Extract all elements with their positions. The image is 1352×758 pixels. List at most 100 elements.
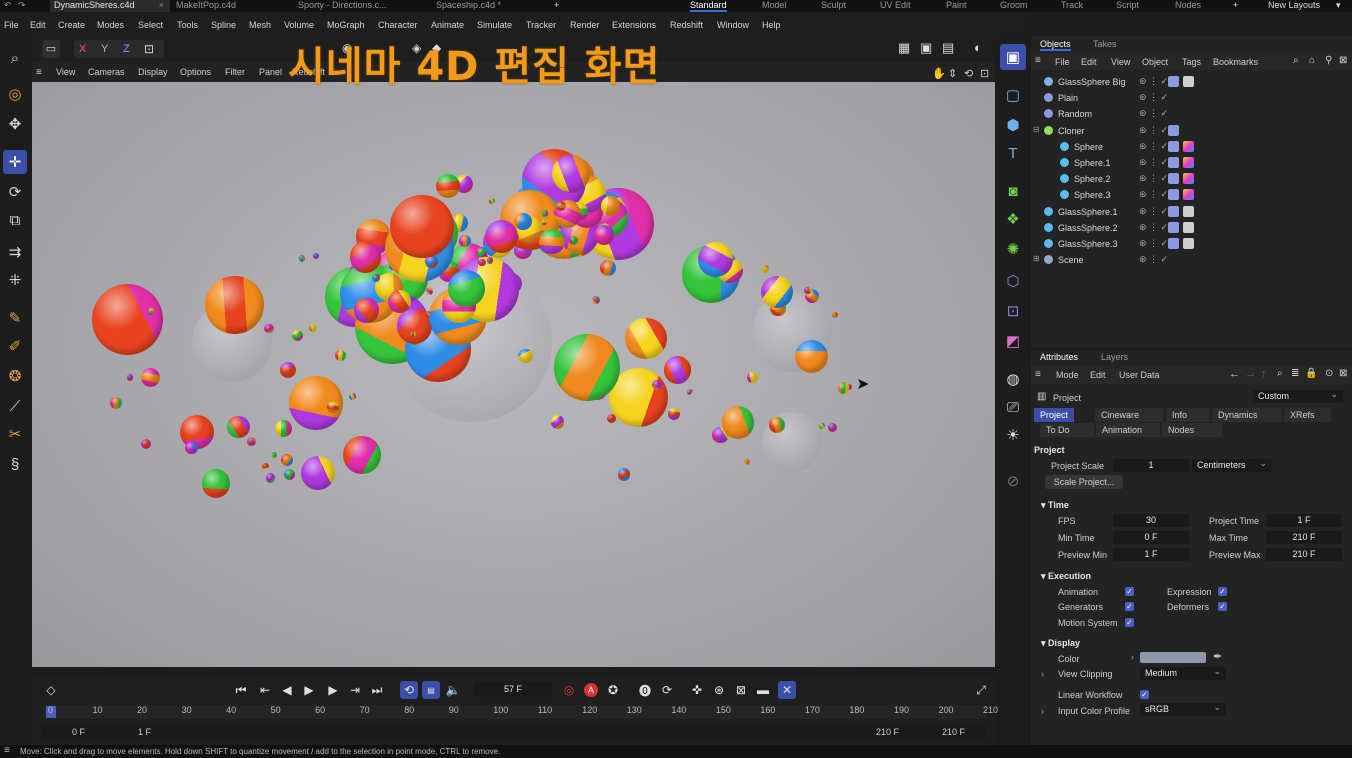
filter-icon[interactable]: ≣ <box>1291 368 1299 379</box>
field-icon[interactable]: ⊡ <box>1000 298 1026 324</box>
brush-icon[interactable]: ⟋ <box>3 394 27 418</box>
menu-edit[interactable]: Edit <box>30 20 46 30</box>
search-icon[interactable]: ⌕ <box>1293 55 1299 66</box>
objects-menu-file[interactable]: File <box>1055 57 1070 67</box>
object-tag-icon[interactable] <box>1183 157 1194 168</box>
color-expand-icon[interactable]: › <box>1131 652 1134 662</box>
menu-modes[interactable]: Modes <box>97 20 124 30</box>
sculpt-icon[interactable]: § <box>3 452 27 476</box>
preview-max-field[interactable]: 210 F <box>1266 548 1342 561</box>
play-icon[interactable]: ▶ <box>300 681 318 699</box>
snap-icon[interactable]: ⁜ <box>3 268 27 292</box>
key-toggle-icon[interactable]: ▬ <box>754 681 772 699</box>
cube-primitive-icon[interactable]: ▣ <box>1000 44 1026 70</box>
home-icon[interactable]: ⌂ <box>1309 55 1315 66</box>
character-icon[interactable]: ◩ <box>1000 328 1026 354</box>
effector-icon[interactable]: ✺ <box>1000 236 1026 262</box>
menu-mesh[interactable]: Mesh <box>249 20 271 30</box>
object-row[interactable]: GlassSphere.2 ⊛ ⋮ ✓ <box>1031 220 1352 236</box>
layout-menu-icon[interactable]: ▾ <box>1336 0 1341 12</box>
camera-icon[interactable]: ⎚ <box>1000 394 1026 420</box>
object-tag-icon[interactable] <box>1183 238 1194 249</box>
menu-character[interactable]: Character <box>378 20 418 30</box>
object-tag-icon[interactable] <box>1168 76 1179 87</box>
search-icon[interactable]: ⌕ <box>1277 368 1283 379</box>
next-key-icon[interactable]: ⇥ <box>346 681 364 699</box>
visibility-icon[interactable]: ⊛ ⋮ ✓ <box>1139 238 1168 249</box>
pin-icon[interactable]: ⊠ <box>1339 55 1347 66</box>
coordinate-system-icon[interactable]: ⊡ <box>144 42 154 56</box>
object-row[interactable]: ⊟ Cloner ⊛ ⋮ ✓ <box>1031 123 1352 139</box>
project-time-field[interactable]: 1 F <box>1266 514 1342 527</box>
file-tab-makeitpop[interactable]: MakeItPop.c4d <box>172 0 290 12</box>
new-panel-icon[interactable]: ⊙ <box>1325 368 1333 379</box>
spline-primitive-icon[interactable]: ▢ <box>1000 82 1026 108</box>
viewport-menu-options[interactable]: Options <box>180 67 211 77</box>
filter-icon[interactable]: ⚲ <box>1325 55 1332 66</box>
object-row[interactable]: Sphere ⊛ ⋮ ✓ <box>1031 139 1352 155</box>
preset-dropdown[interactable]: Custom <box>1253 388 1343 403</box>
goto-end-icon[interactable]: ⏭ <box>368 681 386 699</box>
section-time-toggle[interactable]: ▾ Time <box>1041 500 1069 511</box>
animation-checkbox[interactable]: ✓ <box>1125 587 1134 596</box>
range-slider[interactable]: 0 F 1 F 210 F 210 F <box>42 725 987 739</box>
attr-tab-nodes[interactable]: Nodes <box>1162 423 1222 437</box>
visibility-icon[interactable]: ⊛ ⋮ ✓ <box>1139 254 1168 265</box>
object-tag-icon[interactable] <box>1168 205 1179 217</box>
layout-tab-standard[interactable]: Standard <box>690 0 727 12</box>
visibility-icon[interactable]: ⊛ ⋮ ✓ <box>1139 125 1168 136</box>
hamburger-icon[interactable]: ≡ <box>4 745 10 756</box>
render-view-icon[interactable]: ▦ <box>898 40 910 56</box>
expression-checkbox[interactable]: ✓ <box>1218 587 1227 596</box>
key-position-icon[interactable]: ⓿ <box>636 681 654 699</box>
objects-menu-object[interactable]: Object <box>1142 57 1168 67</box>
collapse-icon[interactable]: ⊟ <box>1033 125 1040 134</box>
zoom-icon[interactable]: ⇕ <box>948 67 957 80</box>
layout-tab-model[interactable]: Model <box>762 0 787 12</box>
light-icon[interactable]: ☀ <box>1000 422 1026 448</box>
add-layout-icon[interactable]: + <box>1233 0 1238 12</box>
visibility-icon[interactable]: ⊛ ⋮ ✓ <box>1139 206 1168 217</box>
panel-menu-icon[interactable]: ⊠ <box>1339 368 1347 379</box>
attr-menu-mode[interactable]: Mode <box>1056 370 1079 380</box>
dynamics-icon[interactable]: ◐ <box>974 40 982 55</box>
menu-animate[interactable]: Animate <box>431 20 464 30</box>
visibility-icon[interactable]: ⊛ ⋮ ✓ <box>1139 173 1168 184</box>
fps-field[interactable]: 30 <box>1113 514 1189 527</box>
search-icon[interactable]: ⌕ <box>3 46 27 70</box>
current-frame-field[interactable]: 57 F <box>474 682 552 697</box>
forward-arrow-icon[interactable]: → <box>1245 368 1256 380</box>
live-selection-icon[interactable]: ◎ <box>3 82 27 106</box>
objects-menu-bookmarks[interactable]: Bookmarks <box>1213 57 1258 67</box>
object-tag-icon[interactable] <box>1168 173 1179 185</box>
menu-mograph[interactable]: MoGraph <box>327 20 365 30</box>
loop-icon[interactable]: ⟲ <box>400 681 418 699</box>
object-row[interactable]: GlassSphere Big ⊛ ⋮ ✓ <box>1031 74 1352 90</box>
menu-create[interactable]: Create <box>58 20 85 30</box>
menu-window[interactable]: Window <box>717 20 749 30</box>
add-tab-icon[interactable]: + <box>550 0 564 12</box>
file-tab-sporty[interactable]: Sporty - Directions.c... <box>294 0 414 12</box>
tab-takes[interactable]: Takes <box>1093 39 1117 49</box>
visibility-icon[interactable]: ⊛ ⋮ ✓ <box>1139 76 1168 87</box>
prev-key-icon[interactable]: ⇤ <box>256 681 274 699</box>
tab-attributes[interactable]: Attributes <box>1040 352 1078 362</box>
visibility-icon[interactable]: ⊛ ⋮ ✓ <box>1139 222 1168 233</box>
pan-icon[interactable]: ✋ <box>932 67 946 80</box>
input-color-profile-dropdown[interactable]: sRGB <box>1140 701 1226 716</box>
expand-icon[interactable]: ⊞ <box>1033 254 1040 263</box>
object-tag-icon[interactable] <box>1168 189 1179 201</box>
hamburger-icon[interactable]: ≡ <box>1035 369 1041 380</box>
attr-tab-dynamics[interactable]: Dynamics <box>1212 408 1282 422</box>
menu-file[interactable]: File <box>4 20 19 30</box>
object-row[interactable]: Plain ⊛ ⋮ ✓ <box>1031 90 1352 106</box>
keyframe-settings-icon[interactable]: ✪ <box>604 681 622 699</box>
visibility-icon[interactable]: ⊛ ⋮ ✓ <box>1139 189 1168 200</box>
key-param-icon[interactable]: ⊛ <box>710 681 728 699</box>
redo-icon[interactable]: ↷ <box>14 0 30 12</box>
object-row[interactable]: Sphere.1 ⊛ ⋮ ✓ <box>1031 155 1352 171</box>
min-time-field[interactable]: 0 F <box>1113 531 1189 544</box>
menu-help[interactable]: Help <box>762 20 781 30</box>
hamburger-icon[interactable]: ≡ <box>36 67 42 78</box>
file-tab-dynamicsheres[interactable]: DynamicSheres.c4d × <box>50 0 170 12</box>
